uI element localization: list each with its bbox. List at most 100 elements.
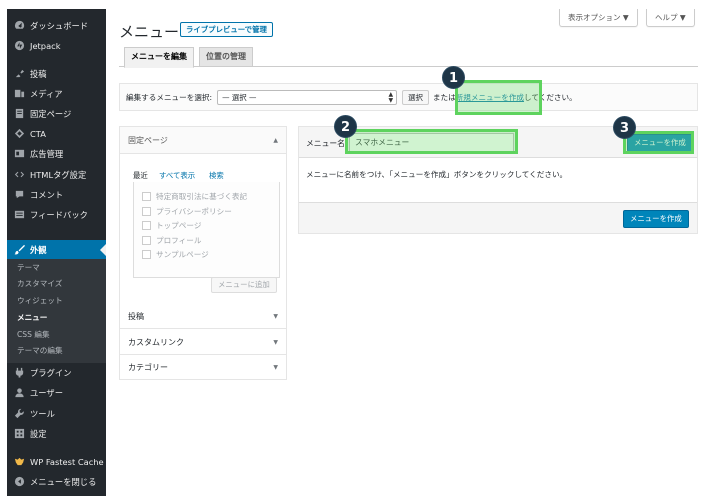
accordion-categories-header[interactable]: カテゴリー ▼ bbox=[120, 355, 286, 380]
submenu-menus[interactable]: メニュー bbox=[17, 312, 47, 323]
sidebar-item-label: Jetpack bbox=[30, 40, 61, 51]
sidebar-item-users[interactable]: ユーザー bbox=[7, 383, 106, 402]
collapse-up-icon: ▲ bbox=[273, 137, 278, 144]
select-menu-label: 編集するメニューを選択: bbox=[126, 92, 213, 102]
page-label: 特定商取引法に基づく表記 bbox=[156, 192, 248, 201]
sidebar-item-wp-fastest-cache[interactable]: WP Fastest Cache bbox=[7, 452, 106, 471]
screen-options-toggle[interactable]: 表示オプション ▼ bbox=[559, 9, 638, 27]
expand-down-icon: ▼ bbox=[273, 364, 278, 371]
add-to-menu-button[interactable]: メニューに追加 bbox=[211, 277, 277, 293]
collapse-icon bbox=[13, 476, 25, 488]
sidebar-item-label: ユーザー bbox=[30, 387, 64, 398]
sidebar-item-jetpack[interactable]: Jetpack bbox=[7, 36, 106, 55]
admin-sidebar: ダッシュボード Jetpack 投稿 メディア 固定ページ CTA 広告管理 H… bbox=[7, 9, 106, 496]
accordion-pages-title: 固定ページ bbox=[128, 136, 168, 145]
current-indicator-arrow bbox=[100, 244, 106, 256]
sidebar-item-settings[interactable]: 設定 bbox=[7, 424, 106, 443]
sidebar-item-media[interactable]: メディア bbox=[7, 84, 106, 103]
tab-most-recent[interactable]: 最近 bbox=[133, 170, 148, 181]
create-menu-button-bottom[interactable]: メニューを作成 bbox=[623, 210, 689, 228]
select-button[interactable]: 選択 bbox=[402, 89, 429, 105]
sidebar-item-label: ダッシュボード bbox=[30, 20, 89, 31]
pages-checklist: 特定商取引法に基づく表記 プライバシーポリシー トップページ プロフィール サン… bbox=[133, 182, 280, 278]
live-preview-button[interactable]: ライブプレビューで管理 bbox=[180, 22, 273, 37]
or-text: または bbox=[432, 92, 456, 102]
sidebar-item-label: HTMLタグ設定 bbox=[30, 169, 87, 180]
menu-select-dropdown[interactable]: — 選択 — ▲ ▼ bbox=[217, 89, 398, 105]
sidebar-item-appearance[interactable]: 外観 bbox=[7, 240, 106, 259]
cta-icon bbox=[13, 128, 25, 140]
menu-name-input[interactable]: スマホメニュー bbox=[349, 133, 514, 152]
ad-icon bbox=[13, 148, 25, 160]
submenu-themes[interactable]: テーマ bbox=[17, 262, 40, 273]
create-new-menu-link[interactable]: 新規メニューを作成 bbox=[456, 92, 524, 103]
nav-tabs: メニューを編集 位置の管理 bbox=[119, 45, 698, 68]
menu-select-value: — 選択 — bbox=[222, 92, 257, 102]
settings-icon bbox=[13, 428, 25, 440]
help-toggle[interactable]: ヘルプ ▼ bbox=[646, 9, 695, 27]
sidebar-item-label: 投稿 bbox=[30, 68, 47, 79]
dashboard-icon bbox=[13, 20, 25, 32]
sidebar-item-feedback[interactable]: フィードバック bbox=[7, 205, 106, 224]
sidebar-item-posts[interactable]: 投稿 bbox=[7, 64, 106, 83]
expand-down-icon: ▼ bbox=[273, 339, 278, 346]
page-checkbox-row[interactable]: プライバシーポリシー bbox=[142, 206, 232, 217]
accordion-posts-header[interactable]: 投稿 ▼ bbox=[120, 304, 286, 329]
sidebar-item-pages[interactable]: 固定ページ bbox=[7, 104, 106, 123]
page-checkbox-row[interactable]: 特定商取引法に基づく表記 bbox=[142, 191, 247, 202]
sidebar-item-comments[interactable]: コメント bbox=[7, 185, 106, 204]
accordion-section-title: カスタムリンク bbox=[128, 338, 184, 347]
accordion-pages-header[interactable]: 固定ページ ▲ bbox=[120, 127, 286, 154]
sidebar-item-cta[interactable]: CTA bbox=[7, 124, 106, 143]
accordion-custom-links-header[interactable]: カスタムリンク ▼ bbox=[120, 330, 286, 355]
create-menu-button-top[interactable]: メニューを作成 bbox=[627, 134, 693, 152]
checkbox[interactable] bbox=[142, 192, 151, 201]
submenu-css-edit[interactable]: CSS 編集 bbox=[17, 329, 50, 340]
accordion-section-title: カテゴリー bbox=[128, 363, 168, 372]
page-label: トップページ bbox=[156, 221, 202, 230]
media-icon bbox=[13, 88, 25, 100]
suffix-text: してください。 bbox=[524, 92, 577, 102]
menu-name-label: メニュー名 bbox=[306, 139, 345, 148]
sidebar-item-tools[interactable]: ツール bbox=[7, 404, 106, 423]
tab-edit-menus[interactable]: メニューを編集 bbox=[124, 47, 194, 68]
submenu-customize[interactable]: カスタマイズ bbox=[17, 278, 62, 289]
menu-edit-header: メニュー名 スマホメニュー メニューを作成 bbox=[299, 127, 697, 158]
page-label: サンプルページ bbox=[156, 250, 209, 259]
add-menu-items-accordion: 固定ページ ▲ 最近 すべて表示 検索 特定商取引法に基づく表記 プライバシーポ… bbox=[119, 126, 287, 380]
pin-icon bbox=[13, 68, 25, 80]
appearance-submenu: テーマ カスタマイズ ウィジェット メニュー CSS 編集 テーマの編集 bbox=[7, 259, 106, 363]
tab-manage-locations[interactable]: 位置の管理 bbox=[199, 47, 253, 67]
sidebar-item-ad-manager[interactable]: 広告管理 bbox=[7, 144, 106, 163]
tab-search[interactable]: 検索 bbox=[209, 170, 224, 181]
sidebar-item-label: ツール bbox=[30, 408, 55, 419]
sidebar-item-label: フィードバック bbox=[30, 209, 88, 220]
checkbox[interactable] bbox=[142, 250, 151, 259]
page-title: メニュー bbox=[119, 23, 180, 41]
page-label: プライバシーポリシー bbox=[156, 207, 232, 216]
menu-instructions: メニューに名前をつけ、「メニューを作成」ボタンをクリックしてください。 bbox=[306, 170, 568, 179]
sidebar-item-html-tags[interactable]: HTMLタグ設定 bbox=[7, 165, 106, 184]
sidebar-item-plugins[interactable]: プラグイン bbox=[7, 363, 106, 382]
appearance-brush-icon bbox=[13, 244, 25, 256]
page-checkbox-row[interactable]: トップページ bbox=[142, 220, 201, 231]
tab-view-all[interactable]: すべて表示 bbox=[159, 170, 195, 181]
submenu-theme-editor[interactable]: テーマの編集 bbox=[17, 345, 63, 356]
page-checkbox-row[interactable]: サンプルページ bbox=[142, 249, 209, 260]
submenu-widgets[interactable]: ウィジェット bbox=[17, 295, 63, 306]
collapse-menu-button[interactable]: メニューを閉じる bbox=[7, 472, 106, 491]
checkbox[interactable] bbox=[142, 207, 151, 216]
select-arrows-icon: ▲ ▼ bbox=[388, 90, 394, 104]
expand-down-icon: ▼ bbox=[273, 313, 278, 320]
annotation-badge-3: 3 bbox=[613, 116, 636, 139]
sidebar-item-label: コメント bbox=[30, 189, 64, 200]
checkbox[interactable] bbox=[142, 236, 151, 245]
page-checkbox-row[interactable]: プロフィール bbox=[142, 235, 201, 246]
sidebar-item-label: メディア bbox=[30, 88, 63, 99]
manage-menus-bar: 編集するメニューを選択: — 選択 — ▲ ▼ 選択 または 新規メニューを作成 … bbox=[119, 83, 698, 111]
cheetah-icon bbox=[13, 456, 25, 468]
sidebar-item-label: メニューを閉じる bbox=[30, 476, 97, 487]
checkbox[interactable] bbox=[142, 221, 151, 230]
sidebar-item-dashboard[interactable]: ダッシュボード bbox=[7, 16, 106, 35]
wrench-icon bbox=[13, 408, 25, 420]
